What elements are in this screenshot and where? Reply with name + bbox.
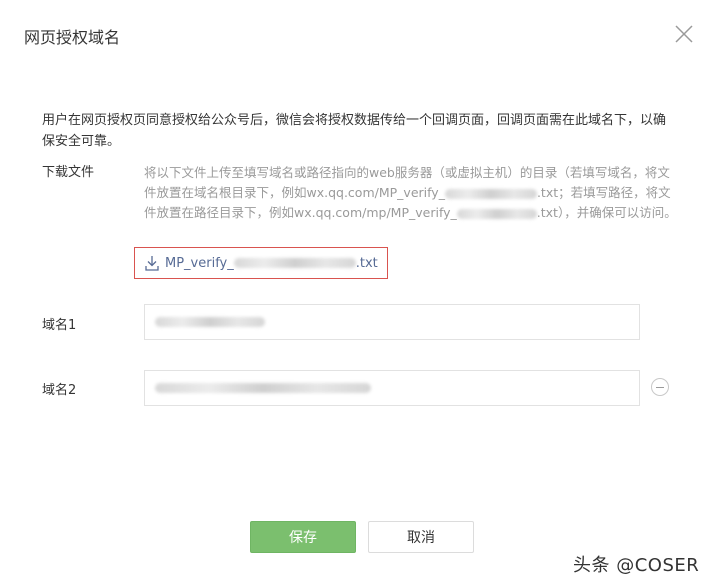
cancel-button[interactable]: 取消 [368, 521, 474, 553]
remove-domain-icon[interactable] [651, 378, 669, 396]
file-name-prefix: MP_verify_ [165, 255, 234, 271]
hint-text-3: .txt），并确保可以访问。 [536, 205, 677, 220]
download-hint: 将以下文件上传至填写域名或路径指向的web服务器（或虚拟主机）的目录（若填写域名… [144, 163, 680, 223]
save-button[interactable]: 保存 [250, 521, 356, 553]
domain2-label: 域名2 [42, 383, 77, 398]
download-file-link[interactable]: MP_verify_ .txt [134, 247, 388, 279]
redacted-text [456, 208, 537, 219]
domain-auth-dialog: 网页授权域名 用户在网页授权页同意授权给公众号后，微信会将授权数据传给一个回调页… [0, 0, 723, 588]
domain1-input[interactable] [144, 304, 640, 340]
dialog-title: 网页授权域名 [24, 28, 121, 47]
redacted-text [155, 383, 371, 393]
close-icon[interactable] [672, 22, 696, 46]
watermark: 头条 @COSER [573, 555, 700, 576]
redacted-text [155, 317, 265, 327]
redacted-text [444, 188, 537, 199]
file-name-suffix: .txt [355, 255, 378, 271]
dialog-description: 用户在网页授权页同意授权给公众号后，微信会将授权数据传给一个回调页面，回调页面需… [42, 113, 667, 149]
redacted-text [233, 258, 356, 268]
download-label: 下载文件 [42, 165, 95, 180]
download-icon [145, 256, 159, 271]
domain2-input[interactable] [144, 370, 640, 406]
domain1-label: 域名1 [42, 318, 77, 333]
